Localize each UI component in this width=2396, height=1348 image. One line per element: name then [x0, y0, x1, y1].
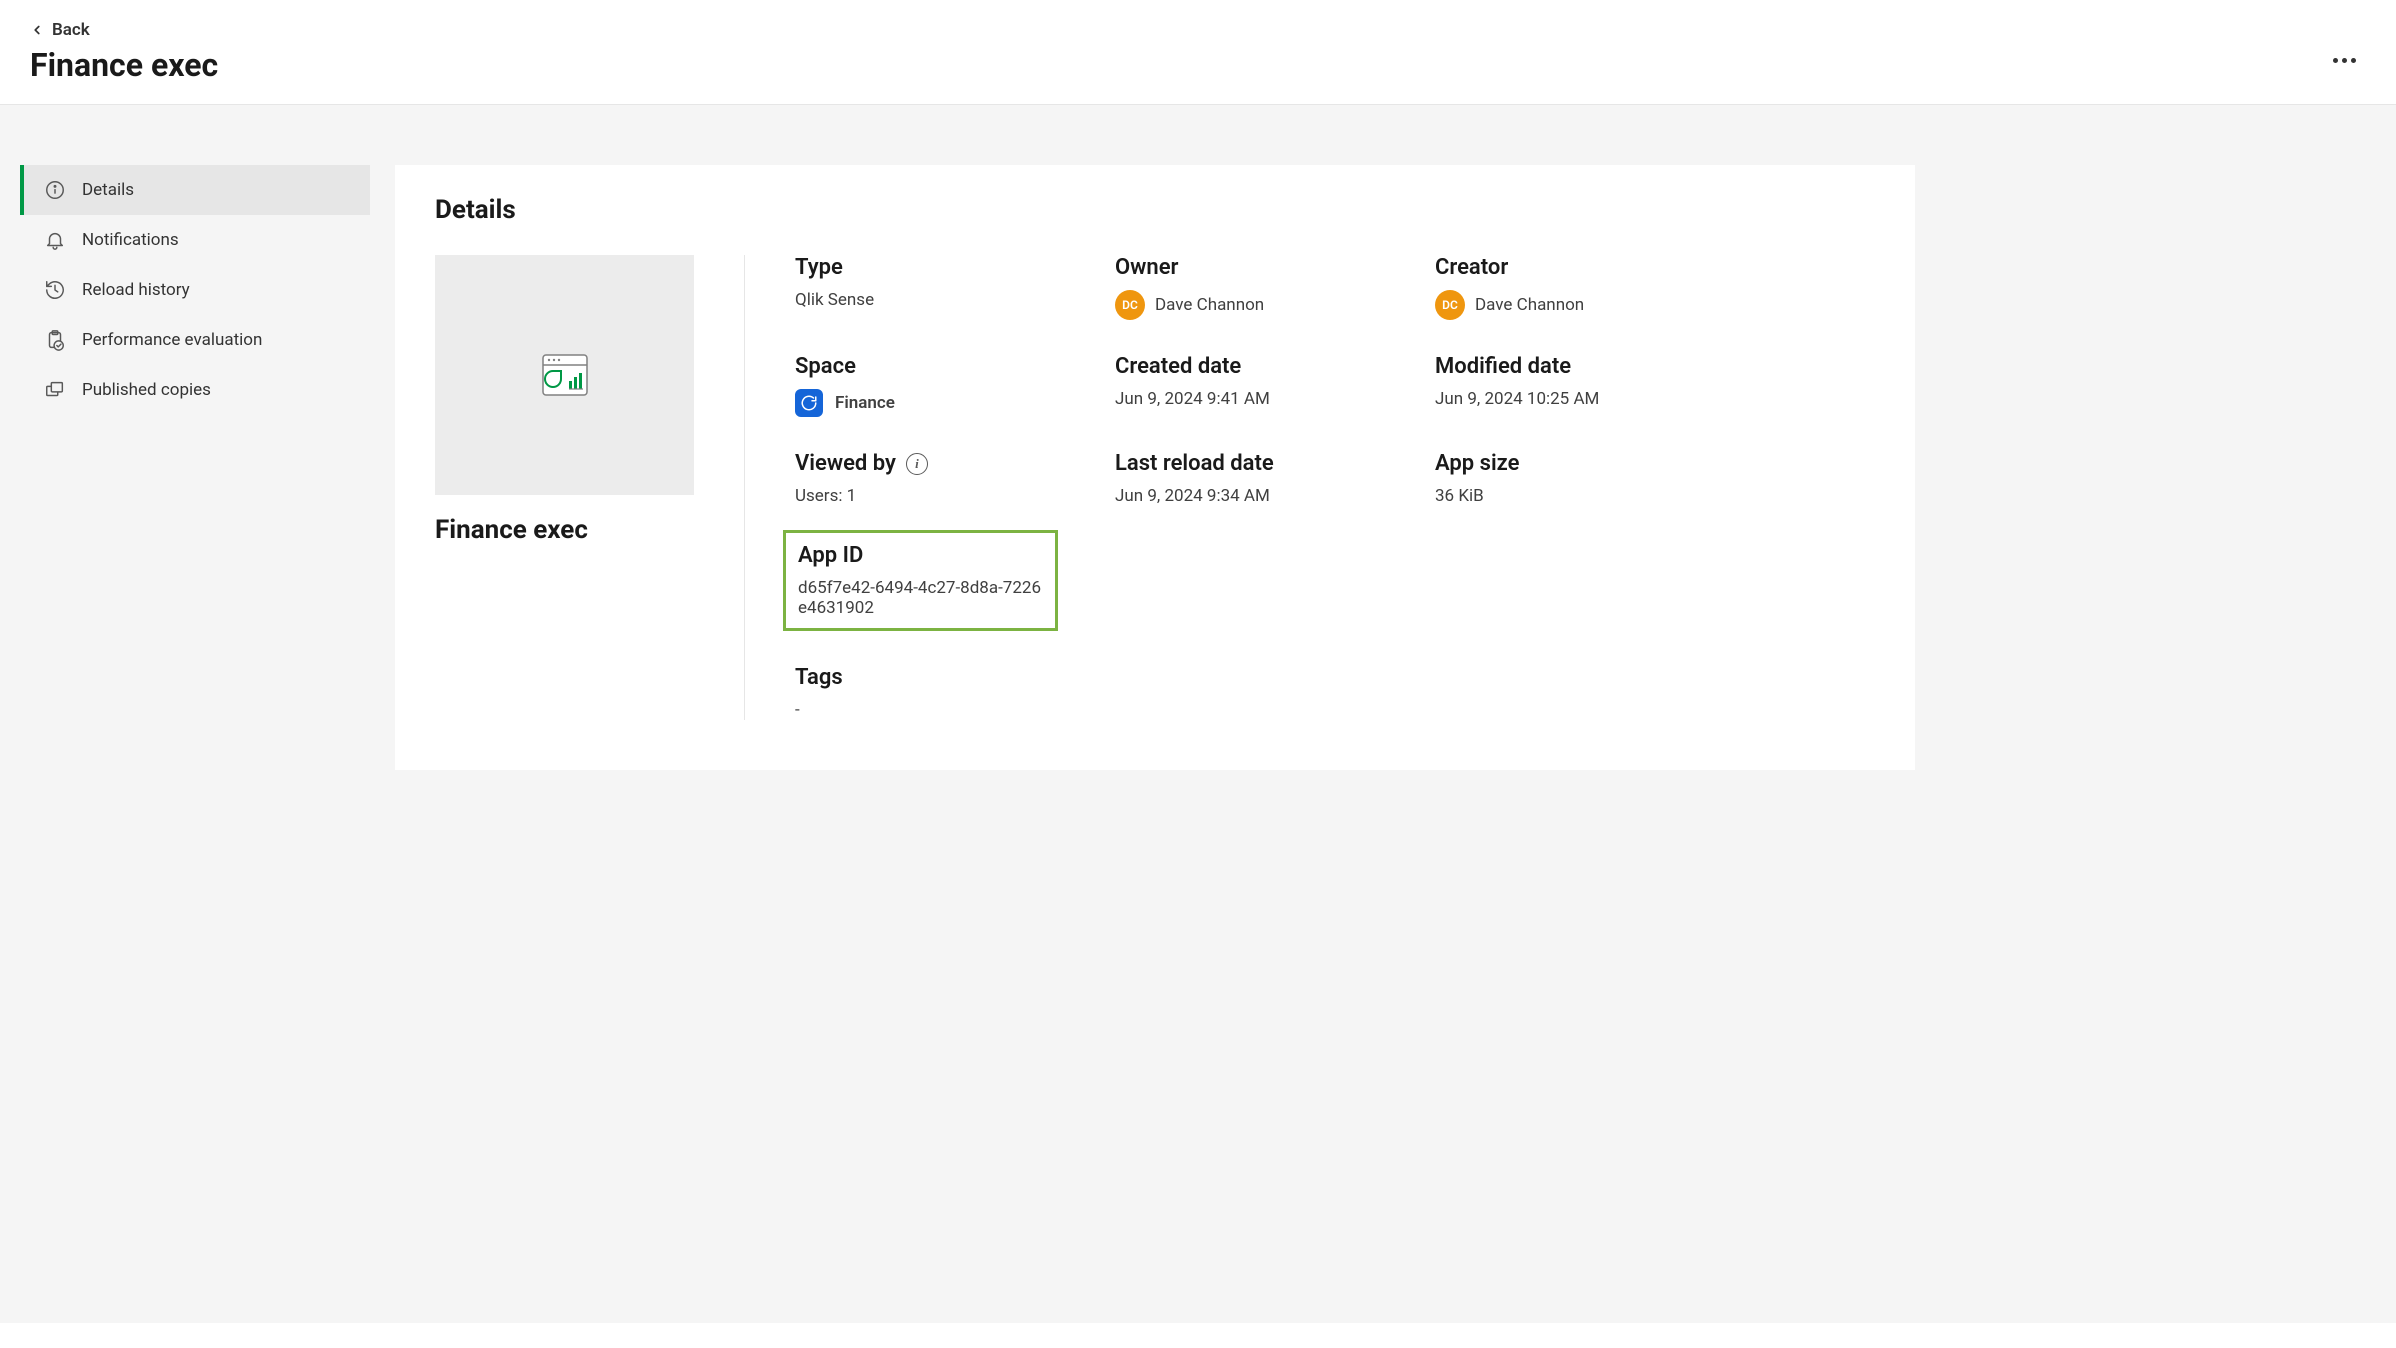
modified-label: Modified date [1435, 354, 1725, 379]
created-value: Jun 9, 2024 9:41 AM [1115, 389, 1405, 409]
sidebar-item-details[interactable]: Details [20, 165, 370, 215]
creator-name: Dave Channon [1475, 295, 1584, 315]
sidebar-item-notifications[interactable]: Notifications [20, 215, 370, 265]
clipboard-check-icon [44, 329, 66, 351]
sidebar-item-label: Performance evaluation [82, 330, 262, 350]
bell-icon [44, 229, 66, 251]
more-actions-button[interactable] [2323, 50, 2366, 71]
tags-value: - [795, 700, 1085, 720]
last-reload-value: Jun 9, 2024 9:34 AM [1115, 486, 1405, 506]
app-id-value: d65f7e42-6494-4c27-8d8a-7226e4631902 [798, 578, 1043, 618]
viewed-by-value: Users: 1 [795, 486, 1085, 506]
space-name[interactable]: Finance [835, 393, 895, 413]
back-label: Back [52, 20, 90, 40]
app-size-value: 36 KiB [1435, 486, 1725, 506]
history-icon [44, 279, 66, 301]
chevron-left-icon [30, 23, 44, 37]
modified-value: Jun 9, 2024 10:25 AM [1435, 389, 1725, 409]
tags-label: Tags [795, 665, 1085, 690]
app-thumbnail [435, 255, 694, 495]
section-title: Details [435, 195, 1875, 225]
copies-icon [44, 379, 66, 401]
viewed-by-label: Viewed by i [795, 451, 1085, 476]
page-title: Finance exec [30, 46, 218, 84]
details-panel: Details [395, 165, 1915, 770]
sidebar-item-label: Notifications [82, 230, 179, 250]
app-id-highlight: App ID d65f7e42-6494-4c27-8d8a-7226e4631… [783, 530, 1058, 631]
owner-label: Owner [1115, 255, 1405, 280]
sidebar-item-label: Published copies [82, 380, 211, 400]
viewed-by-info-icon[interactable]: i [906, 453, 928, 475]
sidebar-item-reload-history[interactable]: Reload history [20, 265, 370, 315]
created-label: Created date [1115, 354, 1405, 379]
sidebar: Details Notifications Reload history Per… [20, 165, 370, 415]
creator-avatar: DC [1435, 290, 1465, 320]
type-label: Type [795, 255, 1085, 280]
space-label: Space [795, 354, 1085, 379]
last-reload-label: Last reload date [1115, 451, 1405, 476]
sidebar-item-label: Details [82, 180, 134, 200]
sidebar-item-published-copies[interactable]: Published copies [20, 365, 370, 415]
app-size-label: App size [1435, 451, 1725, 476]
page-header: Back Finance exec [0, 0, 2396, 105]
app-name: Finance exec [435, 515, 694, 545]
type-value: Qlik Sense [795, 290, 1085, 310]
sidebar-item-label: Reload history [82, 280, 190, 300]
space-icon [795, 389, 823, 417]
back-button[interactable]: Back [30, 20, 90, 40]
app-thumbnail-icon [535, 345, 595, 405]
sidebar-item-performance[interactable]: Performance evaluation [20, 315, 370, 365]
creator-label: Creator [1435, 255, 1725, 280]
app-id-label: App ID [798, 543, 1043, 568]
owner-name: Dave Channon [1155, 295, 1264, 315]
owner-avatar: DC [1115, 290, 1145, 320]
info-icon [44, 179, 66, 201]
